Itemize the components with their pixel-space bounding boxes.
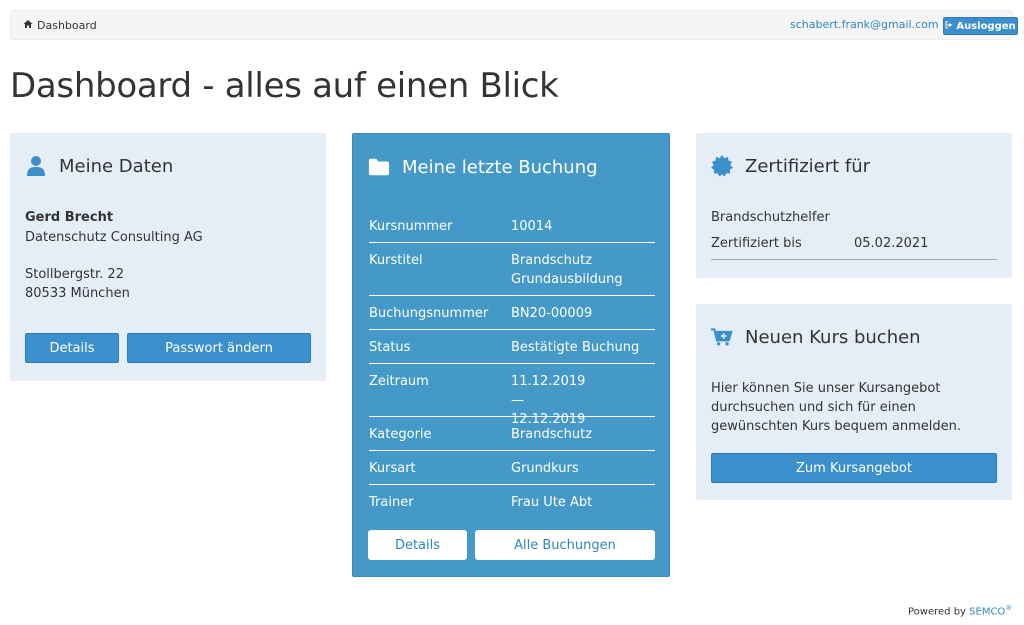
cart-plus-icon (711, 326, 733, 348)
book-course-header: Neuen Kurs buchen (711, 326, 921, 348)
booking-key: Buchungsnummer (369, 306, 489, 321)
user-name: Gerd Brecht (25, 210, 114, 225)
my-data-details-button[interactable]: Details (25, 333, 119, 363)
certified-title: Zertifiziert für (745, 155, 871, 177)
user-email[interactable]: schabert.frank@gmail.com (790, 18, 939, 31)
page-title: Dashboard - alles auf einen Blick (10, 66, 559, 106)
booking-value: Frau Ute Abt (511, 495, 593, 510)
book-course-title: Neuen Kurs buchen (745, 326, 921, 348)
booking-table: Kursnummer 10014 Kurstitel Brandschutz G… (369, 209, 655, 519)
home-icon (23, 19, 33, 32)
folder-icon (368, 156, 390, 178)
logout-button[interactable]: Ausloggen (943, 17, 1018, 35)
booking-details-button[interactable]: Details (368, 530, 467, 560)
book-course-panel: Neuen Kurs buchen Hier können Sie unser … (696, 304, 1012, 500)
change-password-button[interactable]: Passwort ändern (127, 333, 311, 363)
certified-until-label: Zertifiziert bis (711, 236, 802, 251)
certified-until-value: 05.02.2021 (854, 236, 929, 251)
powered-by-label: Powered by (908, 606, 966, 618)
all-bookings-button[interactable]: Alle Buchungen (475, 530, 655, 560)
logout-label: Ausloggen (956, 20, 1016, 32)
table-row: Kategorie Brandschutz (369, 417, 655, 451)
certified-header: Zertifiziert für (711, 155, 870, 177)
powered-by: Powered by SEMCO® (908, 604, 1012, 617)
booking-key: Kursart (369, 461, 416, 476)
booking-value: 11.12.2019 — 12.12.2019 (511, 374, 586, 427)
my-data-title: Meine Daten (59, 155, 174, 177)
divider (711, 259, 997, 260)
table-row: Kursnummer 10014 (369, 209, 655, 243)
course-catalog-button[interactable]: Zum Kursangebot (711, 453, 997, 483)
booking-value: Brandschutz (511, 427, 593, 442)
last-booking-header: Meine letzte Buchung (368, 156, 598, 178)
booking-key: Status (369, 340, 411, 355)
table-row: Kursart Grundkurs (369, 451, 655, 485)
booking-key: Trainer (369, 495, 414, 510)
last-booking-title: Meine letzte Buchung (402, 156, 598, 178)
table-row: Kurstitel Brandschutz Grundausbildung (369, 243, 655, 296)
table-row: Status Bestätigte Buchung (369, 330, 655, 364)
table-row: Buchungsnummer BN20-00009 (369, 296, 655, 330)
top-bar: Dashboard schabert.frank@gmail.com Auslo… (10, 10, 1018, 40)
table-row: Trainer Frau Ute Abt (369, 485, 655, 519)
booking-value: Bestätigte Buchung (511, 340, 640, 355)
user-icon (25, 155, 47, 177)
user-street: Stollbergstr. 22 (25, 267, 124, 282)
user-company: Datenschutz Consulting AG (25, 230, 203, 245)
certificate-icon (711, 155, 733, 177)
booking-value: Grundkurs (511, 461, 579, 476)
my-data-header: Meine Daten (25, 155, 173, 177)
user-city: 80533 München (25, 286, 130, 301)
logout-icon (945, 21, 953, 32)
book-course-description: Hier können Sie unser Kursangebot durchs… (711, 381, 961, 434)
brand-link[interactable]: SEMCO (969, 606, 1005, 617)
breadcrumb-label: Dashboard (37, 19, 97, 32)
certified-panel: Zertifiziert für Brandschutzhelfer Zerti… (696, 133, 1012, 278)
booking-key: Zeitraum (369, 374, 429, 389)
last-booking-panel: Meine letzte Buchung Kursnummer 10014 Ku… (352, 133, 670, 577)
booking-key: Kategorie (369, 427, 432, 442)
breadcrumb[interactable]: Dashboard (23, 19, 97, 32)
my-data-panel: Meine Daten Gerd Brecht Datenschutz Cons… (10, 133, 326, 381)
registered-mark: ® (1005, 604, 1013, 612)
booking-key: Kurstitel (369, 253, 423, 268)
booking-value: 10014 (511, 219, 553, 234)
table-row: Zeitraum 11.12.2019 — 12.12.2019 (369, 364, 655, 427)
booking-key: Kursnummer (369, 219, 453, 234)
certified-item: Brandschutzhelfer (711, 210, 830, 225)
booking-value: Brandschutz Grundausbildung (511, 253, 623, 287)
booking-value: BN20-00009 (511, 306, 593, 321)
